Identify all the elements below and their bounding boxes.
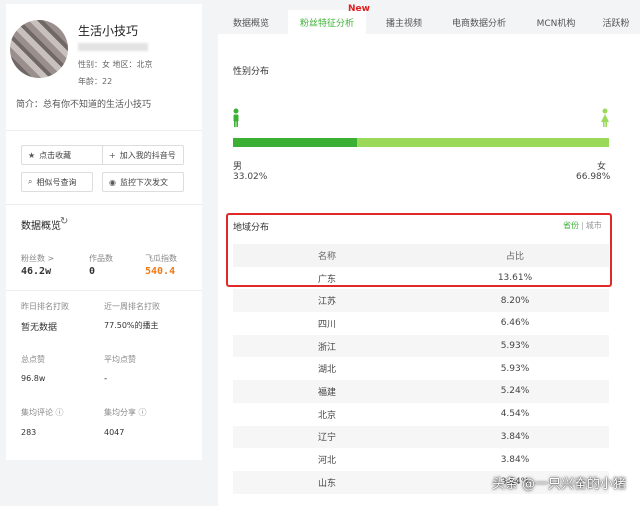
avg-comments-value: 283: [21, 428, 37, 437]
works-label: 作品数: [89, 254, 113, 263]
table-row: 河北 3.84%: [233, 448, 609, 471]
region-ratio: 3.84%: [500, 431, 530, 442]
region-ratio: 4.54%: [500, 409, 530, 420]
works-value: 0: [89, 266, 96, 277]
gender-bar-male-fill: [233, 138, 358, 147]
tab-ecommerce[interactable]: 电商数据分析: [442, 10, 516, 34]
similar-label: 相似号查询: [36, 177, 77, 187]
profile-age: 年龄：22: [78, 77, 113, 86]
profile-gender-region: 性别：女 地区：北京: [78, 60, 153, 69]
help-icon[interactable]: ⓘ: [56, 408, 64, 417]
region-name: 河北: [317, 456, 336, 467]
avg-shares-value: 4047: [104, 428, 125, 437]
eye-icon: ◉: [109, 177, 116, 187]
divider: [6, 204, 202, 205]
region-ratio: 6.46%: [500, 318, 530, 329]
watermark: 头条 @一只兴奋的小猪: [491, 477, 626, 492]
search-icon: ⌕: [28, 177, 33, 186]
similar-search-button[interactable]: ⌕ 相似号查询: [21, 172, 93, 192]
blurred-id: [78, 43, 148, 51]
table-row: 辽宁 3.84%: [233, 425, 609, 449]
week-rank-label: 近一周排名打败: [104, 302, 160, 311]
avg-shares-label-text: 集均分享: [104, 408, 136, 417]
avatar: [10, 20, 68, 78]
region-ratio: 5.93%: [500, 341, 530, 352]
tab-data-overview[interactable]: 数据概览: [222, 10, 280, 34]
region-name: 北京: [317, 410, 336, 421]
male-label: 男: [233, 162, 243, 172]
region-name: 山东: [317, 478, 336, 489]
male-icon: [233, 108, 239, 127]
new-badge: New: [348, 4, 370, 14]
avg-comments-label-text: 集均评论: [21, 408, 53, 417]
table-row: 湖北 5.93%: [233, 357, 609, 380]
region-name: 辽宁: [317, 433, 336, 444]
refresh-icon[interactable]: ↻: [60, 216, 68, 227]
region-name: 湖北: [317, 365, 336, 376]
female-icon: [601, 108, 609, 127]
fans-value: 46.2w: [21, 266, 52, 277]
region-ratio: 5.93%: [500, 363, 530, 374]
region-ratio: 8.20%: [500, 295, 530, 306]
add-douyin-label: 加入我的抖音号: [119, 150, 176, 160]
star-icon: ★: [28, 150, 36, 160]
yesterday-rank-label: 昨日排名打败: [21, 302, 69, 311]
table-row: 四川 6.46%: [233, 312, 609, 335]
favorite-label: 点击收藏: [39, 150, 72, 160]
female-percentage: 66.98%: [576, 172, 611, 182]
avg-likes-value: -: [104, 374, 108, 384]
table-row: 江苏 8.20%: [233, 289, 609, 313]
region-name: 江苏: [317, 297, 336, 308]
avg-likes-label: 平均点赞: [104, 355, 136, 364]
gender-title: 性别分布: [233, 67, 270, 77]
divider: [6, 290, 202, 291]
avg-shares-label: 集均分享 ⓘ: [104, 407, 147, 418]
region-ratio: 3.84%: [500, 454, 530, 465]
profile-name: 生活小技巧: [78, 24, 139, 38]
region-name: 福建: [317, 387, 336, 398]
total-likes-label: 总点赞: [21, 355, 45, 364]
region-name: 浙江: [317, 342, 336, 353]
tab-mcn[interactable]: MCN机构: [524, 10, 588, 34]
plus-icon: +: [109, 150, 116, 160]
help-icon[interactable]: ⓘ: [139, 408, 147, 417]
total-likes-value: 96.8w: [21, 374, 46, 383]
week-rank-value: 77.50%的播主: [104, 321, 159, 330]
region-name: 四川: [317, 319, 336, 330]
gender-bar: [233, 138, 609, 147]
highlight-box: [226, 213, 612, 287]
profile-intro: 简介：总有你不知道的生活小技巧: [16, 100, 152, 110]
overview-title: 数据概览: [21, 221, 61, 232]
divider: [6, 130, 202, 131]
table-row: 浙江 5.93%: [233, 334, 609, 358]
tab-active-fans[interactable]: 活跃粉: [592, 10, 640, 34]
index-label: 飞瓜指数: [145, 254, 177, 263]
male-percentage: 33.02%: [233, 172, 268, 182]
index-value: 540.4: [145, 266, 176, 277]
female-label: 女: [597, 162, 607, 172]
region-ratio: 5.24%: [500, 386, 530, 397]
fans-label[interactable]: 粉丝数 >: [21, 253, 54, 264]
table-row: 福建 5.24%: [233, 380, 609, 403]
monitor-label: 监控下次发文: [119, 177, 168, 187]
avg-comments-label: 集均评论 ⓘ: [21, 407, 64, 418]
tab-videos[interactable]: 播主视频: [374, 10, 434, 34]
yesterday-rank-value: 暂无数据: [21, 323, 58, 333]
add-douyin-button[interactable]: + 加入我的抖音号: [102, 145, 184, 165]
monitor-button[interactable]: ◉ 监控下次发文: [102, 172, 184, 192]
table-row: 北京 4.54%: [233, 403, 609, 426]
